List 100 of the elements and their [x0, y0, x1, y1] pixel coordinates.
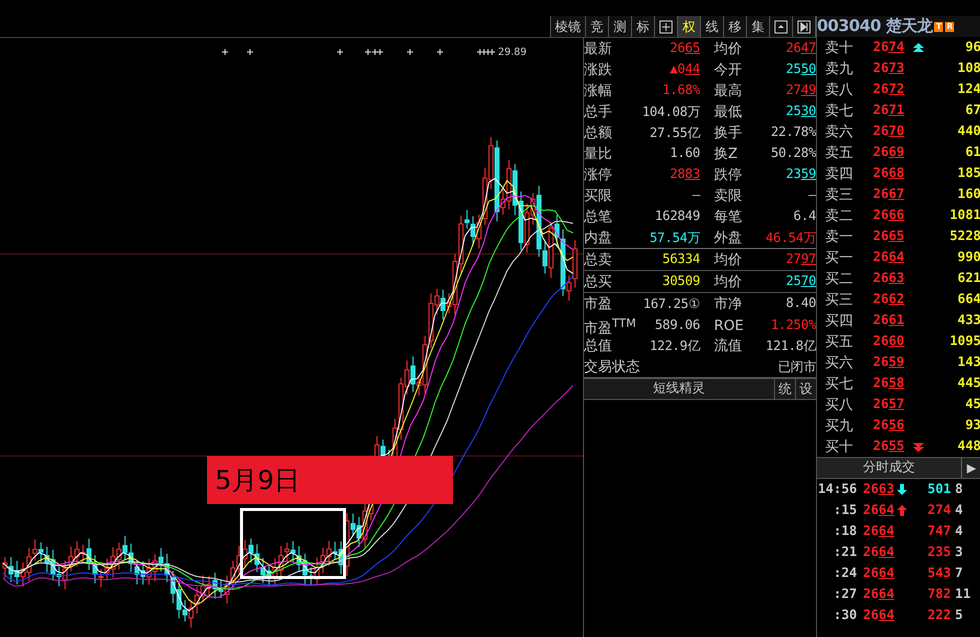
badge: R [945, 22, 954, 32]
stat-label: 量比 [584, 144, 612, 162]
stat-label: 总额 [584, 124, 612, 142]
grid-icon [659, 20, 673, 34]
grid-button[interactable] [655, 16, 678, 37]
order-label: 卖六 [825, 122, 854, 140]
order-label: 卖十 [825, 38, 854, 56]
order-price: 2667 [873, 187, 906, 202]
order-label: 买六 [825, 354, 854, 372]
trade-time: :27 [832, 587, 858, 602]
trade-count: 4 [955, 503, 964, 518]
order-label: 卖一 [825, 228, 854, 246]
order-quantity: 61 [964, 145, 980, 160]
order-quantity: 93 [964, 418, 980, 433]
stat-value: 50.28% [770, 146, 816, 161]
order-price: 2657 [873, 397, 906, 412]
trade-count: 11 [955, 587, 972, 602]
order-label: 买八 [825, 396, 854, 414]
trade-count: 3 [955, 545, 964, 560]
trade-volume: 747 [926, 524, 952, 539]
order-quantity: 664 [956, 292, 980, 307]
trade-count: 7 [955, 566, 964, 581]
stat-label: 交易状态 [584, 358, 640, 376]
stat-label: 均价 [714, 250, 742, 268]
stat-value: 56334 [662, 252, 700, 267]
order-quantity: 440 [956, 124, 980, 139]
order-price: 2656 [873, 418, 906, 433]
stat-label: 最高 [714, 82, 742, 100]
stat-label: 今开 [714, 60, 742, 78]
toolbar-button[interactable]: 线 [701, 16, 724, 37]
order-quantity: 5228 [948, 229, 980, 244]
trade-volume: 501 [926, 482, 952, 497]
up-arrow-icon [897, 505, 907, 516]
trade-count: 4 [955, 524, 964, 539]
stat-value: 46.54万 [766, 230, 816, 246]
stat-label: 换Z [714, 144, 738, 162]
order-label: 买九 [825, 416, 854, 434]
order-quantity: 448 [956, 439, 980, 454]
order-quantity: 990 [956, 250, 980, 265]
stat-label: 总值 [584, 336, 612, 354]
order-label: 买五 [825, 332, 854, 350]
toolbar-button[interactable]: 棱镜 [551, 16, 586, 37]
panel-title: 短线精灵 [652, 380, 706, 398]
date-annotation: 5月9日 [207, 456, 453, 504]
trade-time: :15 [832, 503, 858, 518]
order-price: 2672 [873, 82, 906, 97]
order-label: 卖三 [825, 186, 854, 204]
stock-title: 003040 楚天龙 [817, 16, 932, 37]
trade-price: 2664 [863, 524, 896, 539]
order-label: 买四 [825, 312, 854, 330]
stat-label: 总手 [584, 102, 612, 120]
toolbar-button[interactable]: 集 [747, 16, 770, 37]
order-quantity: 67 [964, 103, 980, 118]
trade-volume: 782 [926, 587, 952, 602]
order-price: 2659 [873, 355, 906, 370]
panel-button[interactable] [770, 16, 793, 37]
order-price: 2660 [873, 334, 906, 349]
order-price: 2662 [873, 292, 906, 307]
badge: T [934, 22, 944, 32]
stat-label: 涨跌 [584, 60, 612, 78]
stat-value: 22.78% [770, 125, 816, 140]
toolbar-button[interactable]: 测 [609, 16, 632, 37]
trade-price: 2664 [863, 587, 896, 602]
order-quantity: 445 [956, 376, 980, 391]
stat-value: 2530 [786, 104, 816, 119]
toolbar-button[interactable]: 标 [632, 16, 655, 37]
double-up-arrow-icon [913, 42, 924, 52]
stat-value: 589.06 [654, 318, 700, 334]
toolbar-button[interactable]: 竞 [586, 16, 609, 37]
stat-value: – [692, 188, 700, 203]
order-quantity: 621 [956, 271, 980, 286]
toolbar-button[interactable]: 移 [724, 16, 747, 37]
order-label: 卖七 [825, 102, 854, 120]
stat-value: 2550 [786, 62, 816, 77]
stat-label: 外盘 [714, 228, 742, 246]
order-label: 卖二 [825, 206, 854, 224]
stat-value: 121.8亿 [766, 338, 816, 354]
stat-label: 总买 [584, 272, 612, 290]
stat-label: 每笔 [714, 208, 742, 226]
stat-label: ROE [714, 316, 744, 335]
toolbar-button[interactable]: 权 [678, 16, 701, 37]
order-label: 买三 [825, 290, 854, 308]
stat-label: 跌停 [714, 166, 742, 184]
stat-value: 2647 [786, 41, 816, 56]
stat-label: 总笔 [584, 208, 612, 226]
order-price: 2669 [873, 145, 906, 160]
stat-label: 换手 [714, 124, 742, 142]
order-quantity: 108 [956, 61, 980, 76]
stat-label: 市盈 [584, 294, 612, 312]
order-price: 2668 [873, 166, 906, 181]
order-quantity: 96 [964, 40, 980, 55]
stat-value: 57.54万 [650, 230, 700, 246]
order-quantity: 45 [964, 397, 980, 412]
stat-label: 均价 [714, 40, 742, 58]
play-button[interactable] [793, 16, 816, 37]
stat-value: 1.250% [770, 318, 816, 334]
order-price: 2663 [873, 271, 906, 286]
double-down-arrow-icon [913, 442, 924, 452]
order-label: 卖四 [825, 164, 854, 182]
trade-time: :30 [832, 608, 858, 623]
